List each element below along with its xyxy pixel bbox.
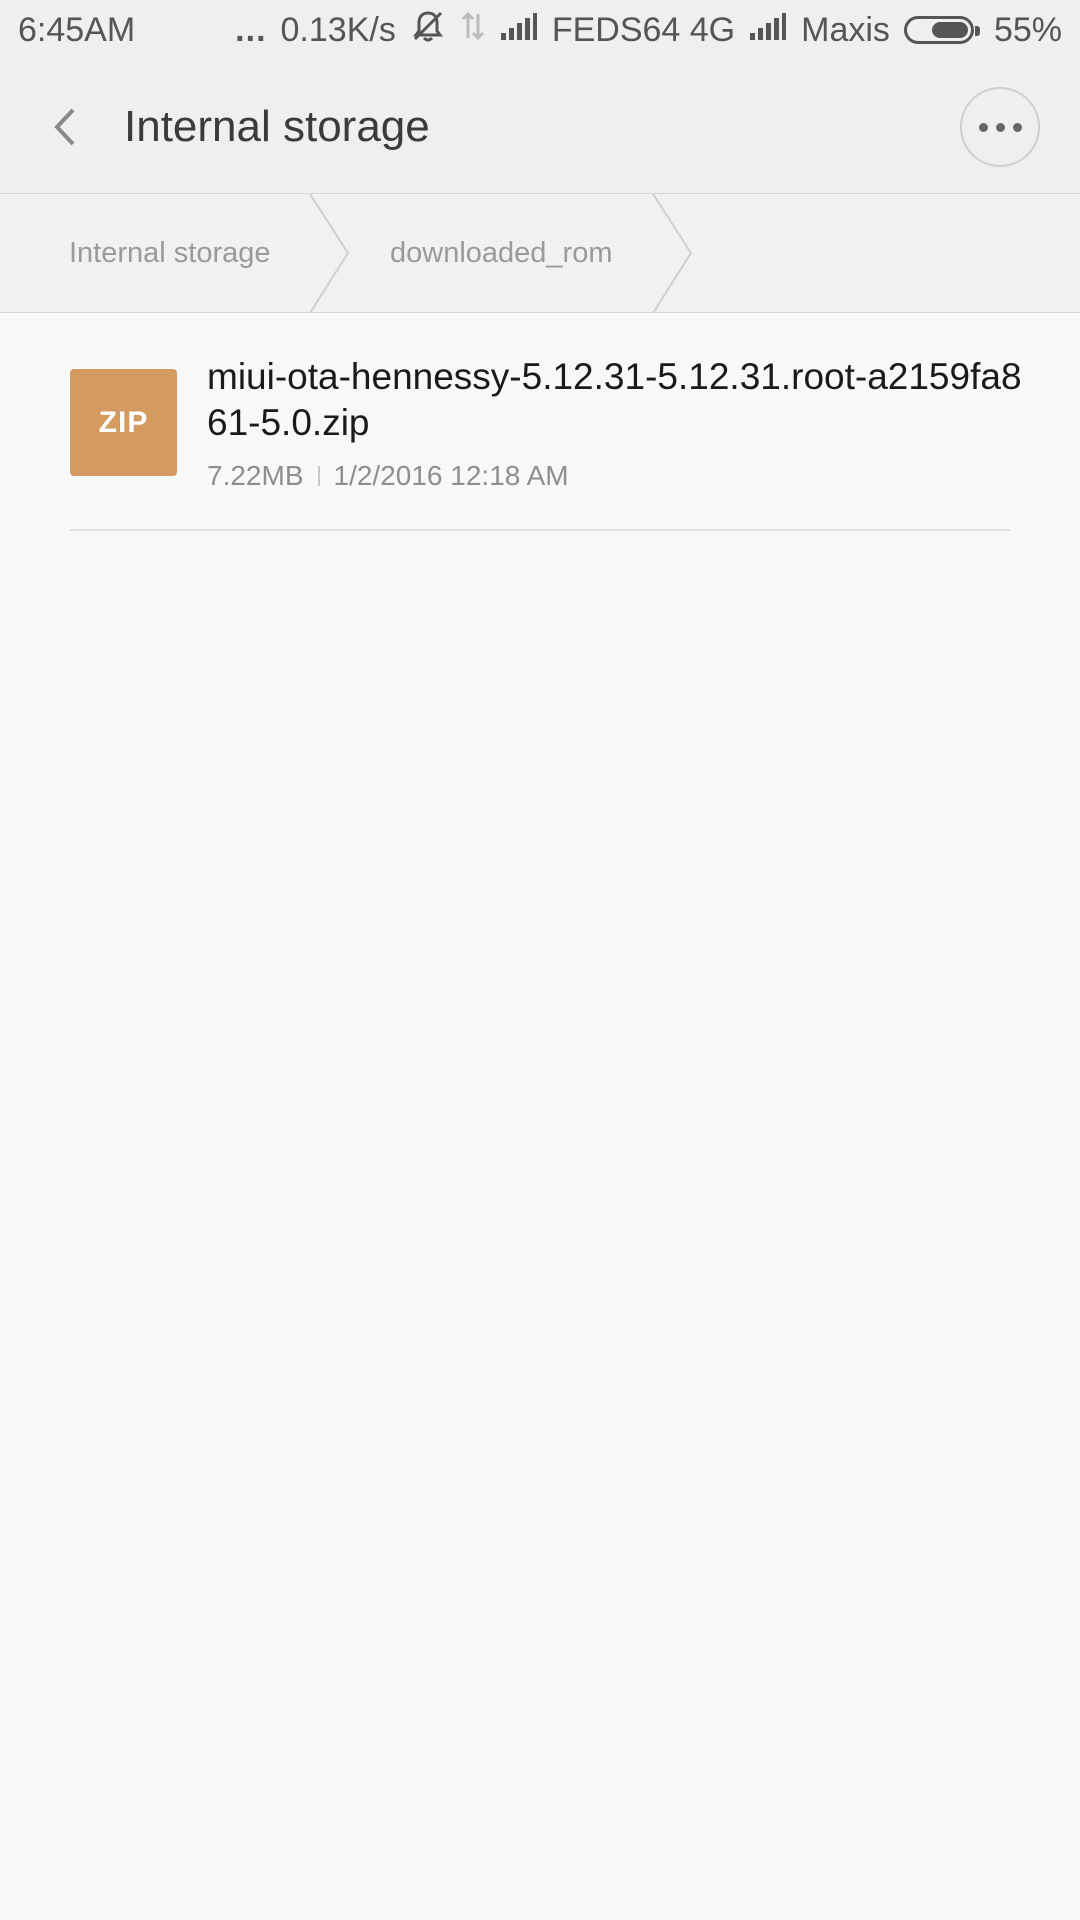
more-dots-icon [978,122,988,132]
zip-icon-label: ZIP [98,405,149,439]
status-bar: 6:45AM ... 0.13K/s FEDS64 4G Maxis 55% [0,0,1080,60]
file-date: 1/2/2016 12:18 AM [333,460,569,491]
file-meta: 7.22MB 1/2/2016 12:18 AM [207,460,569,492]
meta-separator [317,466,320,486]
mute-icon [410,8,446,53]
signal-icon [749,11,787,50]
breadcrumb-separator-icon [309,194,350,313]
breadcrumb-item-internal-storage[interactable]: Internal storage [69,194,271,313]
status-carrier-1: FEDS64 4G [551,10,736,49]
more-dot [995,122,1005,132]
breadcrumb-separator-icon [652,194,693,313]
status-dots: ... [235,10,267,49]
list-item[interactable]: ZIP miui-ota-hennessy-5.12.31-5.12.31.ro… [0,314,1080,531]
back-button[interactable] [22,84,108,170]
status-time: 6:45AM [18,10,136,49]
status-right: ... 0.13K/s FEDS64 4G Maxis 55% [235,8,1062,53]
data-transfer-icon [460,10,486,51]
status-carrier-2: Maxis [801,10,890,49]
breadcrumb: Internal storage downloaded_rom [0,194,1080,313]
breadcrumb-item-downloaded-rom[interactable]: downloaded_rom [390,194,612,313]
file-name: miui-ota-hennessy-5.12.31-5.12.31.root-a… [207,356,1022,443]
signal-icon [500,11,538,50]
row-divider [70,529,1010,531]
status-speed: 0.13K/s [280,10,396,49]
chevron-left-icon [54,108,75,145]
action-bar: Internal storage [0,60,1080,194]
page-title: Internal storage [124,101,430,151]
more-dot [1012,122,1022,132]
file-size: 7.22MB [207,460,304,491]
more-options-button[interactable] [960,87,1040,167]
status-battery: 55% [993,10,1062,49]
screen: 6:45AM ... 0.13K/s FEDS64 4G Maxis 55% I… [0,0,1080,1920]
zip-file-icon: ZIP [70,369,177,476]
battery-icon [903,16,980,44]
